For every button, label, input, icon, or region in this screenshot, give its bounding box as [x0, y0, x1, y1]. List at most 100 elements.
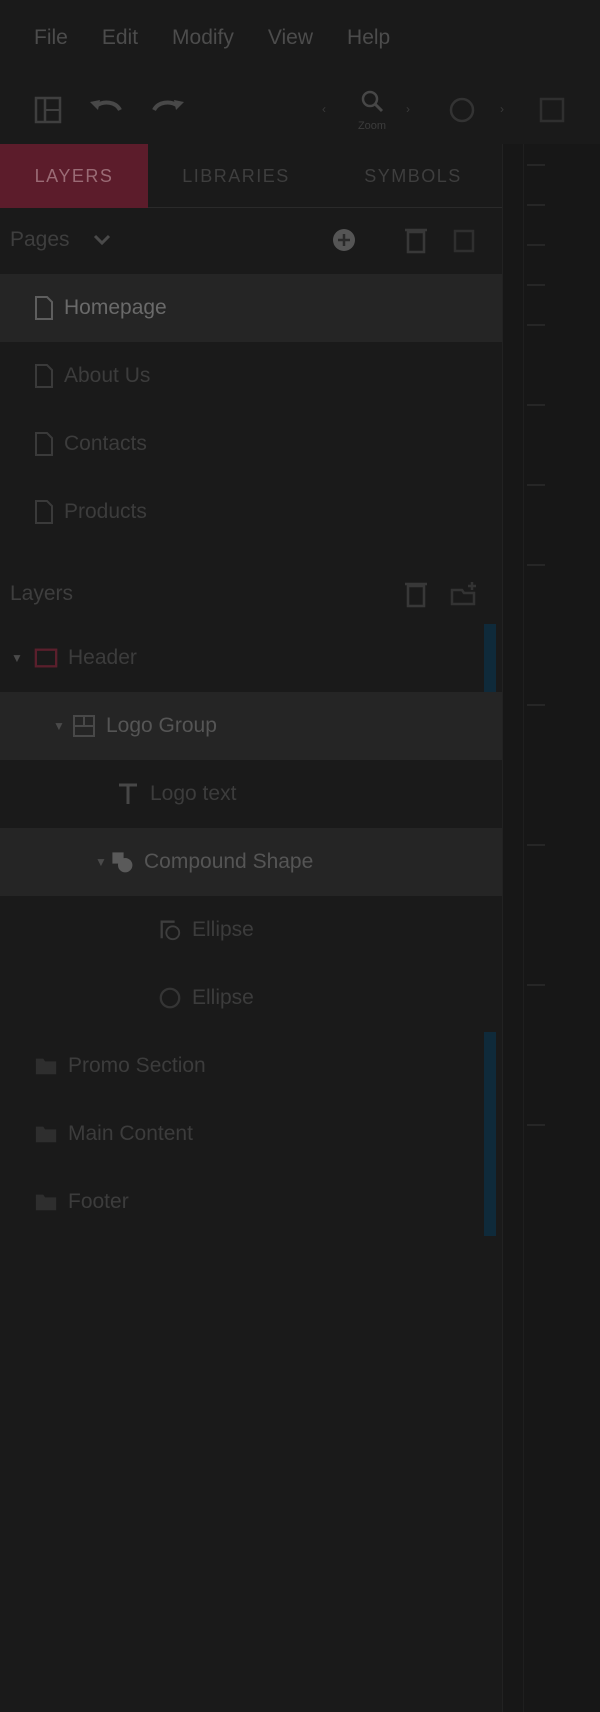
tab-libraries[interactable]: LIBRARIES	[148, 144, 324, 208]
duplicate-page-button[interactable]	[450, 226, 478, 254]
layer-item-compound-shape[interactable]: ▼ Compound Shape	[0, 828, 502, 896]
export-button[interactable]	[530, 88, 574, 132]
page-item-contacts[interactable]: Contacts	[0, 410, 502, 478]
layers-title: Layers	[10, 582, 74, 605]
layer-item-label: Ellipse	[192, 918, 254, 941]
file-icon	[35, 500, 53, 524]
plus-circle-icon	[333, 229, 355, 251]
ellipse-icon	[158, 986, 182, 1010]
page-item-homepage[interactable]: Homepage	[0, 274, 502, 342]
panel-tabs: LAYERS LIBRARIES SYMBOLS	[0, 144, 502, 208]
caret-down-icon[interactable]: ▼	[10, 651, 24, 665]
chevron-down-icon[interactable]	[88, 226, 116, 254]
ruler-mark	[527, 164, 545, 166]
ruler-mark	[527, 704, 545, 706]
layer-item-ellipse[interactable]: Ellipse	[0, 896, 502, 964]
menu-view[interactable]: View	[268, 26, 313, 50]
folder-icon	[34, 1122, 58, 1146]
menu-file[interactable]: File	[34, 26, 68, 50]
compound-shape-icon	[110, 850, 134, 874]
layer-item-label: Logo text	[150, 782, 237, 805]
layer-item-header[interactable]: ▼ Header	[0, 624, 502, 692]
ruler-mark	[527, 844, 545, 846]
artboard-icon	[34, 646, 58, 670]
ruler-mark	[527, 984, 545, 986]
layer-color-indicator	[484, 624, 496, 692]
pages-header: Pages	[0, 208, 502, 272]
canvas-ruler-strip	[502, 144, 600, 1712]
ruler-mark	[527, 484, 545, 486]
layer-item-label: Compound Shape	[144, 850, 314, 873]
caret-down-icon[interactable]: ▼	[94, 855, 108, 869]
chevron-right-icon: ›	[500, 102, 504, 116]
layer-item-logo-group[interactable]: ▼ Logo Group	[0, 692, 502, 760]
ruler-mark	[527, 324, 545, 326]
page-item-label: Products	[64, 500, 147, 523]
folder-icon	[34, 1054, 58, 1078]
page-item-label: Homepage	[64, 296, 167, 319]
trash-icon	[405, 582, 427, 608]
file-icon	[35, 432, 53, 456]
zoom-button[interactable]	[350, 80, 394, 124]
file-icon	[35, 296, 53, 320]
group-icon	[72, 714, 96, 738]
tab-layers[interactable]: LAYERS	[0, 144, 148, 208]
circle-icon	[449, 97, 475, 123]
layer-item-label: Main Content	[68, 1122, 193, 1145]
menu-edit[interactable]: Edit	[102, 26, 138, 50]
delete-page-button[interactable]	[402, 226, 430, 254]
menu-modify[interactable]: Modify	[172, 26, 234, 50]
delete-layer-button[interactable]	[402, 580, 430, 608]
layer-item-ellipse[interactable]: Ellipse	[0, 964, 502, 1032]
preview-button[interactable]	[440, 88, 484, 132]
layer-item-label: Promo Section	[68, 1054, 206, 1077]
layer-item-footer[interactable]: Footer	[0, 1168, 502, 1236]
layer-color-indicator	[484, 1032, 496, 1236]
menu-help[interactable]: Help	[347, 26, 390, 50]
caret-down-icon[interactable]: ▼	[52, 719, 66, 733]
toggle-panel-button[interactable]	[26, 88, 70, 132]
layer-item-label: Header	[68, 646, 137, 669]
layer-item-label: Footer	[68, 1190, 129, 1213]
layer-item-promo-section[interactable]: Promo Section	[0, 1032, 502, 1100]
path-icon	[158, 918, 182, 942]
layer-item-label: Ellipse	[192, 986, 254, 1009]
ruler-mark	[527, 1124, 545, 1126]
pages-title: Pages	[10, 228, 70, 251]
tab-symbols[interactable]: SYMBOLS	[324, 144, 502, 208]
menu-bar: File Edit Modify View Help	[0, 0, 600, 76]
toolbar: ‹ Zoom › ›	[0, 76, 600, 144]
layers-header: Layers	[0, 562, 502, 626]
page-item-label: Contacts	[64, 432, 147, 455]
layer-item-label: Logo Group	[106, 714, 217, 737]
ruler-line	[523, 144, 524, 1712]
add-folder-icon	[450, 582, 476, 606]
ruler-mark	[527, 564, 545, 566]
page-item-products[interactable]: Products	[0, 478, 502, 546]
redo-button[interactable]	[146, 88, 190, 132]
undo-button[interactable]	[84, 88, 128, 132]
undo-icon	[90, 100, 122, 112]
file-icon	[35, 364, 53, 388]
add-layer-button[interactable]	[450, 580, 478, 608]
app-window: File Edit Modify View Help ‹ Zoom › › LA…	[0, 0, 600, 1712]
toolbar-separator: ‹	[322, 102, 326, 116]
panel-layout-icon	[34, 96, 62, 124]
chevron-right-icon: ›	[406, 102, 410, 116]
trash-icon	[405, 228, 427, 254]
ruler-mark	[527, 244, 545, 246]
zoom-label: Zoom	[357, 120, 387, 132]
ruler-mark	[527, 404, 545, 406]
zoom-icon	[361, 90, 384, 113]
ruler-mark	[527, 204, 545, 206]
frame-icon	[539, 97, 565, 123]
copy-icon	[453, 229, 475, 253]
redo-icon	[152, 100, 184, 112]
ruler-mark	[527, 284, 545, 286]
layer-item-logo-text[interactable]: Logo text	[0, 760, 502, 828]
text-icon	[116, 782, 140, 806]
page-item-about-us[interactable]: About Us	[0, 342, 502, 410]
folder-icon	[34, 1190, 58, 1214]
layer-item-main-content[interactable]: Main Content	[0, 1100, 502, 1168]
add-page-button[interactable]	[332, 226, 360, 254]
